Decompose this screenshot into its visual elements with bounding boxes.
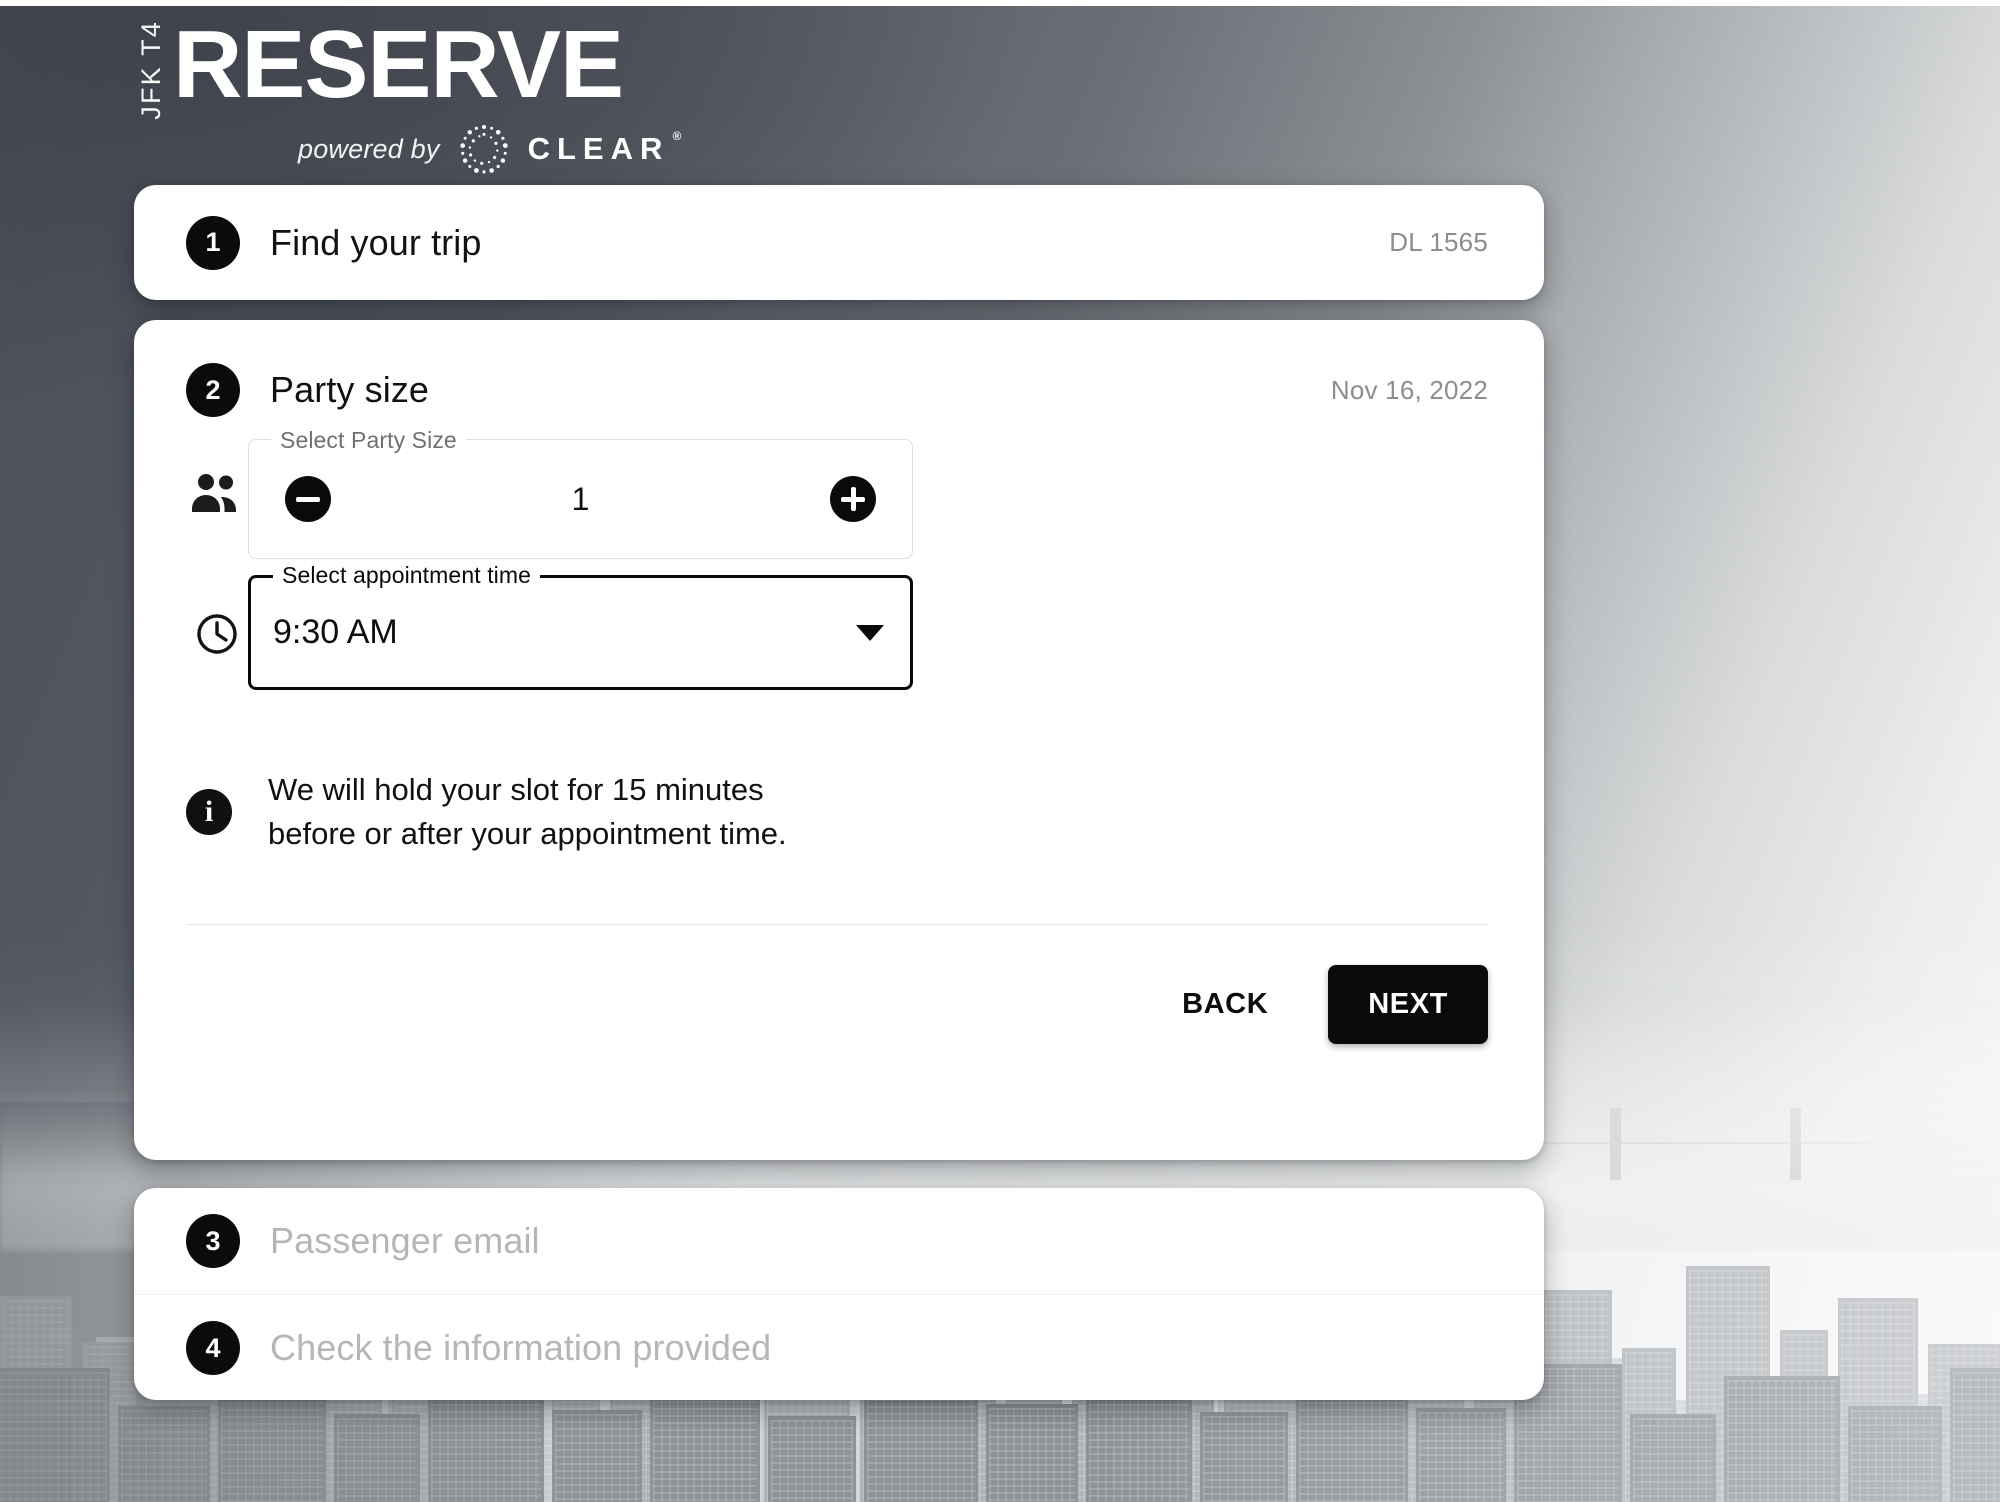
appointment-time-select[interactable]: Select appointment time 9:30 AM [248, 562, 913, 690]
step-card-check-information[interactable]: 4 Check the information provided [134, 1295, 1544, 1401]
clear-wordmark-text: CLEAR [527, 131, 670, 166]
clear-wordmark: CLEAR ® [527, 129, 682, 167]
party-size-legend: Select Party Size [271, 427, 466, 454]
step-number-badge-1: 1 [186, 215, 240, 270]
clear-dots-icon [459, 125, 508, 174]
decrement-party-size-button[interactable] [285, 476, 331, 522]
hold-slot-info-line-1: We will hold your slot for 15 minutes [268, 772, 764, 807]
step4-title: Check the information provided [270, 1327, 772, 1368]
powered-by-row: powered by CLEAR ® [298, 122, 682, 176]
step-number-badge-3: 3 [186, 1214, 240, 1268]
step2-header: 2 Party size Nov 16, 2022 [134, 320, 1544, 417]
step3-title: Passenger email [270, 1220, 540, 1261]
step2-title: Party size [270, 369, 430, 410]
hold-slot-info-note: i We will hold your slot for 15 minutes … [186, 768, 1488, 856]
step2-body: Select Party Size 1 Select appointment t… [134, 417, 1544, 1045]
appointment-time-legend: Select appointment time [273, 562, 541, 589]
step2-actions: BACK NEXT [186, 925, 1488, 1045]
step1-title: Find your trip [270, 221, 482, 263]
hold-slot-info-line-2: before or after your appointment time. [268, 816, 787, 852]
back-button[interactable]: BACK [1156, 972, 1294, 1037]
top-white-strip [0, 0, 2000, 6]
product-wordmark: RESERVE [173, 11, 624, 118]
step-cards-pending: 3 Passenger email 4 Check the informatio… [134, 1188, 1544, 1400]
step-number-badge-2: 2 [186, 363, 240, 417]
party-size-field-row: Select Party Size 1 [186, 417, 1488, 559]
next-button[interactable]: NEXT [1328, 965, 1488, 1045]
powered-by-text: powered by [298, 133, 440, 164]
hold-slot-info-text: We will hold your slot for 15 minutes be… [268, 768, 787, 856]
info-icon: i [186, 789, 232, 836]
brand-logo: JFK T4 RESERVE [136, 11, 624, 120]
reserve-booking-page: JFK T4 RESERVE powered by CLEAR ® 1 Find… [0, 0, 2000, 1502]
chevron-down-icon[interactable] [856, 624, 884, 641]
clock-icon [186, 611, 248, 657]
appointment-time-value: 9:30 AM [273, 613, 398, 651]
step-card-passenger-email[interactable]: 3 Passenger email [134, 1188, 1544, 1294]
people-icon [186, 473, 248, 513]
step-card-party-size: 2 Party size Nov 16, 2022 Select Party S… [134, 320, 1544, 1160]
party-size-fieldset: Select Party Size 1 [248, 427, 913, 559]
step1-flight-number: DL 1565 [1389, 227, 1488, 257]
appointment-time-field-row: Select appointment time 9:30 AM [186, 559, 1488, 690]
airport-terminal-label: JFK T4 [136, 20, 166, 120]
step-number-badge-4: 4 [186, 1321, 240, 1375]
registered-mark: ® [672, 129, 682, 143]
party-size-value: 1 [571, 480, 590, 517]
step2-date: Nov 16, 2022 [1330, 374, 1488, 405]
increment-party-size-button[interactable] [829, 476, 876, 522]
step-card-find-your-trip[interactable]: 1 Find your trip DL 1565 [134, 185, 1544, 300]
step1-row: 1 Find your trip DL 1565 [134, 185, 1544, 300]
